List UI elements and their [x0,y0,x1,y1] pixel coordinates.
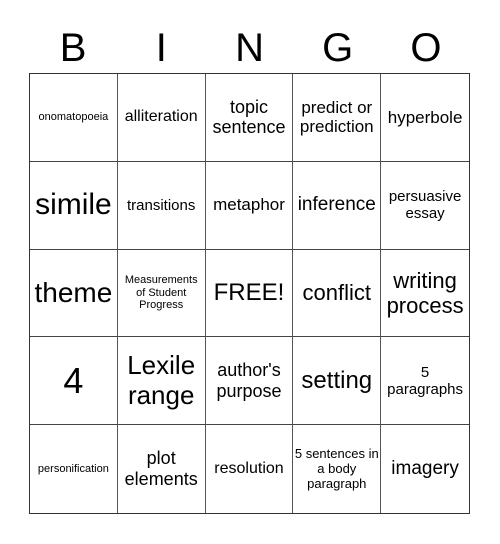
bingo-cell[interactable]: conflict [293,249,382,338]
bingo-cell[interactable]: simile [30,161,118,250]
bingo-cell[interactable]: hyperbole [381,74,469,162]
bingo-cell[interactable]: 5 paragraphs [381,337,469,426]
header-letter-g: G [322,26,354,70]
bingo-cell[interactable]: onomatopoeia [30,74,118,162]
bingo-cell[interactable]: Measurements of Student Progress [117,249,206,338]
bingo-cell[interactable]: Lexile range [117,337,206,426]
bingo-cell[interactable]: alliteration [117,74,206,162]
bingo-grid: onomatopoeia alliteration topic sentence… [29,73,470,514]
bingo-cell[interactable]: 4 [30,337,118,426]
bingo-cell[interactable]: topic sentence [205,74,294,162]
bingo-cell[interactable]: predict or prediction [293,74,382,162]
free-space[interactable]: FREE! [205,249,294,338]
header-letter-b: B [59,26,87,70]
bingo-cell[interactable]: transitions [117,161,206,250]
bingo-cell[interactable]: imagery [381,425,469,513]
bingo-cell[interactable]: writing process [381,250,469,338]
bingo-cell[interactable]: 5 sentences in a body paragraph [293,425,382,513]
bingo-cell[interactable]: author's purpose [205,337,294,426]
bingo-cell[interactable]: resolution [206,425,294,513]
bingo-cell[interactable]: inference [293,161,382,250]
bingo-cell[interactable]: persuasive essay [381,162,469,250]
header-letter-n: N [235,26,264,70]
bingo-header: B I N G O [29,24,470,72]
bingo-cell[interactable]: setting [293,337,382,426]
bingo-cell[interactable]: metaphor [205,161,294,250]
header-letter-o: O [410,26,442,70]
bingo-cell[interactable]: theme [30,249,118,338]
bingo-cell[interactable]: personification [30,425,118,513]
header-letter-i: I [155,26,167,70]
bingo-cell[interactable]: plot elements [118,425,206,513]
